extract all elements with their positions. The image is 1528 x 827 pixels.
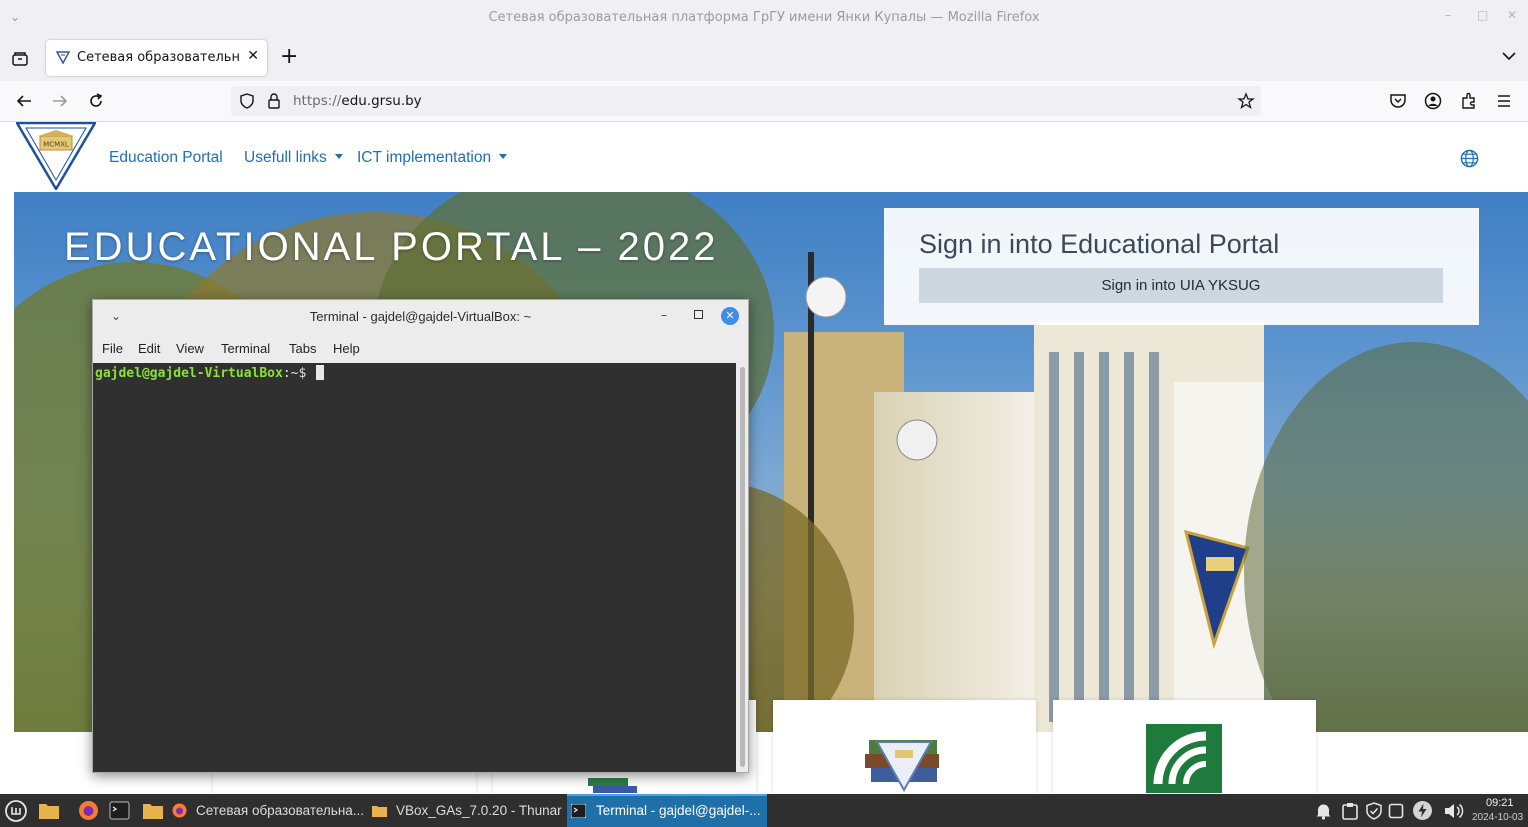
- account-icon[interactable]: [1423, 91, 1443, 111]
- window-titlebar: ⌄ Сетевая образовательная платформа ГрГУ…: [0, 0, 1528, 37]
- nav-usefull-links[interactable]: Usefull links: [244, 149, 343, 167]
- url-bar[interactable]: https://edu.grsu.by: [231, 86, 1261, 116]
- terminal-icon: [571, 804, 586, 818]
- reload-icon[interactable]: [86, 91, 106, 111]
- terminal-window[interactable]: ⌄ Terminal - gajdel@gajdel-VirtualBox: ~…: [92, 299, 749, 773]
- terminal-launcher-icon[interactable]: [109, 800, 130, 821]
- taskbar-item-terminal[interactable]: Terminal - gajdel@gajdel-...: [567, 794, 767, 827]
- files-folder-icon[interactable]: [38, 801, 60, 821]
- taskbar: Сетевая образовательна... VBox_GAs_7.0.2…: [0, 794, 1528, 827]
- tracking-shield-icon[interactable]: [239, 93, 255, 109]
- hamburger-menu-icon[interactable]: [1494, 91, 1514, 111]
- terminal-menubar: File Edit View Terminal Tabs Help: [93, 336, 748, 358]
- grsu-logo[interactable]: MCMXL: [16, 122, 96, 190]
- signin-uia-button[interactable]: Sign in into UIA YKSUG: [919, 268, 1443, 303]
- menu-help[interactable]: Help: [333, 341, 360, 356]
- navigation-toolbar: https://edu.grsu.by: [0, 81, 1528, 122]
- folder-icon: [372, 806, 387, 817]
- power-bolt-icon[interactable]: [1412, 800, 1433, 821]
- minimize-window-icon[interactable]: –: [1445, 8, 1451, 22]
- clock-date[interactable]: 2024-10-03: [1472, 812, 1523, 823]
- pocket-icon[interactable]: [1388, 91, 1408, 111]
- signin-title: Sign in into Educational Portal: [919, 229, 1280, 259]
- taskbar-item-firefox[interactable]: Сетевая образовательна...: [168, 794, 364, 827]
- tab-strip: Сетевая образовательная платформа ГрГУ ✕…: [0, 37, 1528, 81]
- update-shield-icon[interactable]: [1365, 802, 1383, 820]
- nav-education-portal[interactable]: Education Portal: [109, 149, 223, 167]
- mint-menu-icon[interactable]: [5, 800, 27, 822]
- url-text[interactable]: https://edu.grsu.by: [293, 93, 422, 109]
- site-favicon-icon: [56, 51, 70, 64]
- terminal-titlebar[interactable]: ⌄ Terminal - gajdel@gajdel-VirtualBox: ~…: [93, 300, 748, 334]
- terminal-title: Terminal - gajdel@gajdel-VirtualBox: ~: [309, 309, 532, 324]
- maximize-icon[interactable]: [694, 310, 703, 319]
- library-books-icon: [865, 740, 939, 792]
- books-icon: [588, 778, 637, 793]
- close-icon[interactable]: ✕: [721, 307, 739, 325]
- firefox-launcher-icon[interactable]: [78, 800, 99, 821]
- home-folder-icon[interactable]: [142, 801, 164, 821]
- forward-arrow-icon[interactable]: [50, 91, 70, 111]
- menu-tabs[interactable]: Tabs: [289, 341, 316, 356]
- clock-time[interactable]: 09:21: [1486, 797, 1514, 809]
- close-tab-icon[interactable]: ✕: [247, 48, 259, 64]
- tab-grsu[interactable]: Сетевая образовательная платформа ГрГУ ✕: [46, 40, 267, 76]
- bookmark-star-icon[interactable]: [1237, 92, 1255, 110]
- minimize-icon[interactable]: –: [661, 308, 667, 322]
- menu-view[interactable]: View: [176, 341, 204, 356]
- hero-title: EDUCATIONAL PORTAL – 2022: [64, 225, 719, 269]
- window-switcher-icon[interactable]: [1388, 803, 1404, 819]
- extensions-icon[interactable]: [1459, 91, 1479, 111]
- dropdown-caret-icon: [334, 154, 343, 159]
- menu-edit[interactable]: Edit: [138, 341, 160, 356]
- taskbar-item-thunar[interactable]: VBox_GAs_7.0.20 - Thunar: [368, 794, 563, 827]
- scrollbar-thumb[interactable]: [740, 367, 745, 767]
- back-arrow-icon[interactable]: [14, 91, 34, 111]
- new-tab-button[interactable]: +: [280, 45, 298, 69]
- service-card[interactable]: [1053, 700, 1316, 793]
- close-window-icon[interactable]: ✕: [1507, 8, 1517, 22]
- language-globe-icon[interactable]: [1460, 149, 1479, 168]
- terminal-output[interactable]: gajdel@gajdel-VirtualBox:~$: [93, 363, 736, 772]
- nav-ict-implementation[interactable]: ICT implementation: [357, 149, 508, 167]
- tab-title: Сетевая образовательная платформа ГрГУ: [77, 50, 239, 65]
- dropdown-caret-icon: [499, 154, 508, 159]
- signin-panel: Sign in into Educational Portal Sign in …: [884, 208, 1479, 325]
- menu-terminal[interactable]: Terminal: [221, 341, 270, 356]
- clipboard-icon[interactable]: [1342, 802, 1358, 820]
- site-navbar: MCMXL Education Portal Usefull links ICT…: [0, 122, 1528, 192]
- rss-logo-icon: [1146, 724, 1222, 793]
- list-all-tabs-icon[interactable]: [1502, 51, 1516, 61]
- maximize-window-icon[interactable]: □: [1477, 8, 1488, 22]
- volume-icon[interactable]: [1443, 802, 1465, 820]
- window-title: Сетевая образовательная платформа ГрГУ и…: [488, 10, 1040, 25]
- firefox-icon: [172, 803, 187, 818]
- logo-text: MCMXL: [43, 141, 69, 149]
- terminal-scrollbar[interactable]: [738, 363, 748, 772]
- menu-file[interactable]: File: [102, 341, 123, 356]
- lock-icon[interactable]: [267, 93, 281, 109]
- firefox-view-icon[interactable]: [10, 49, 30, 69]
- notifications-bell-icon[interactable]: [1315, 802, 1332, 820]
- text-cursor: [316, 365, 325, 380]
- service-card[interactable]: [773, 700, 1036, 793]
- shell-prompt: gajdel@gajdel-VirtualBox:~$: [95, 365, 325, 381]
